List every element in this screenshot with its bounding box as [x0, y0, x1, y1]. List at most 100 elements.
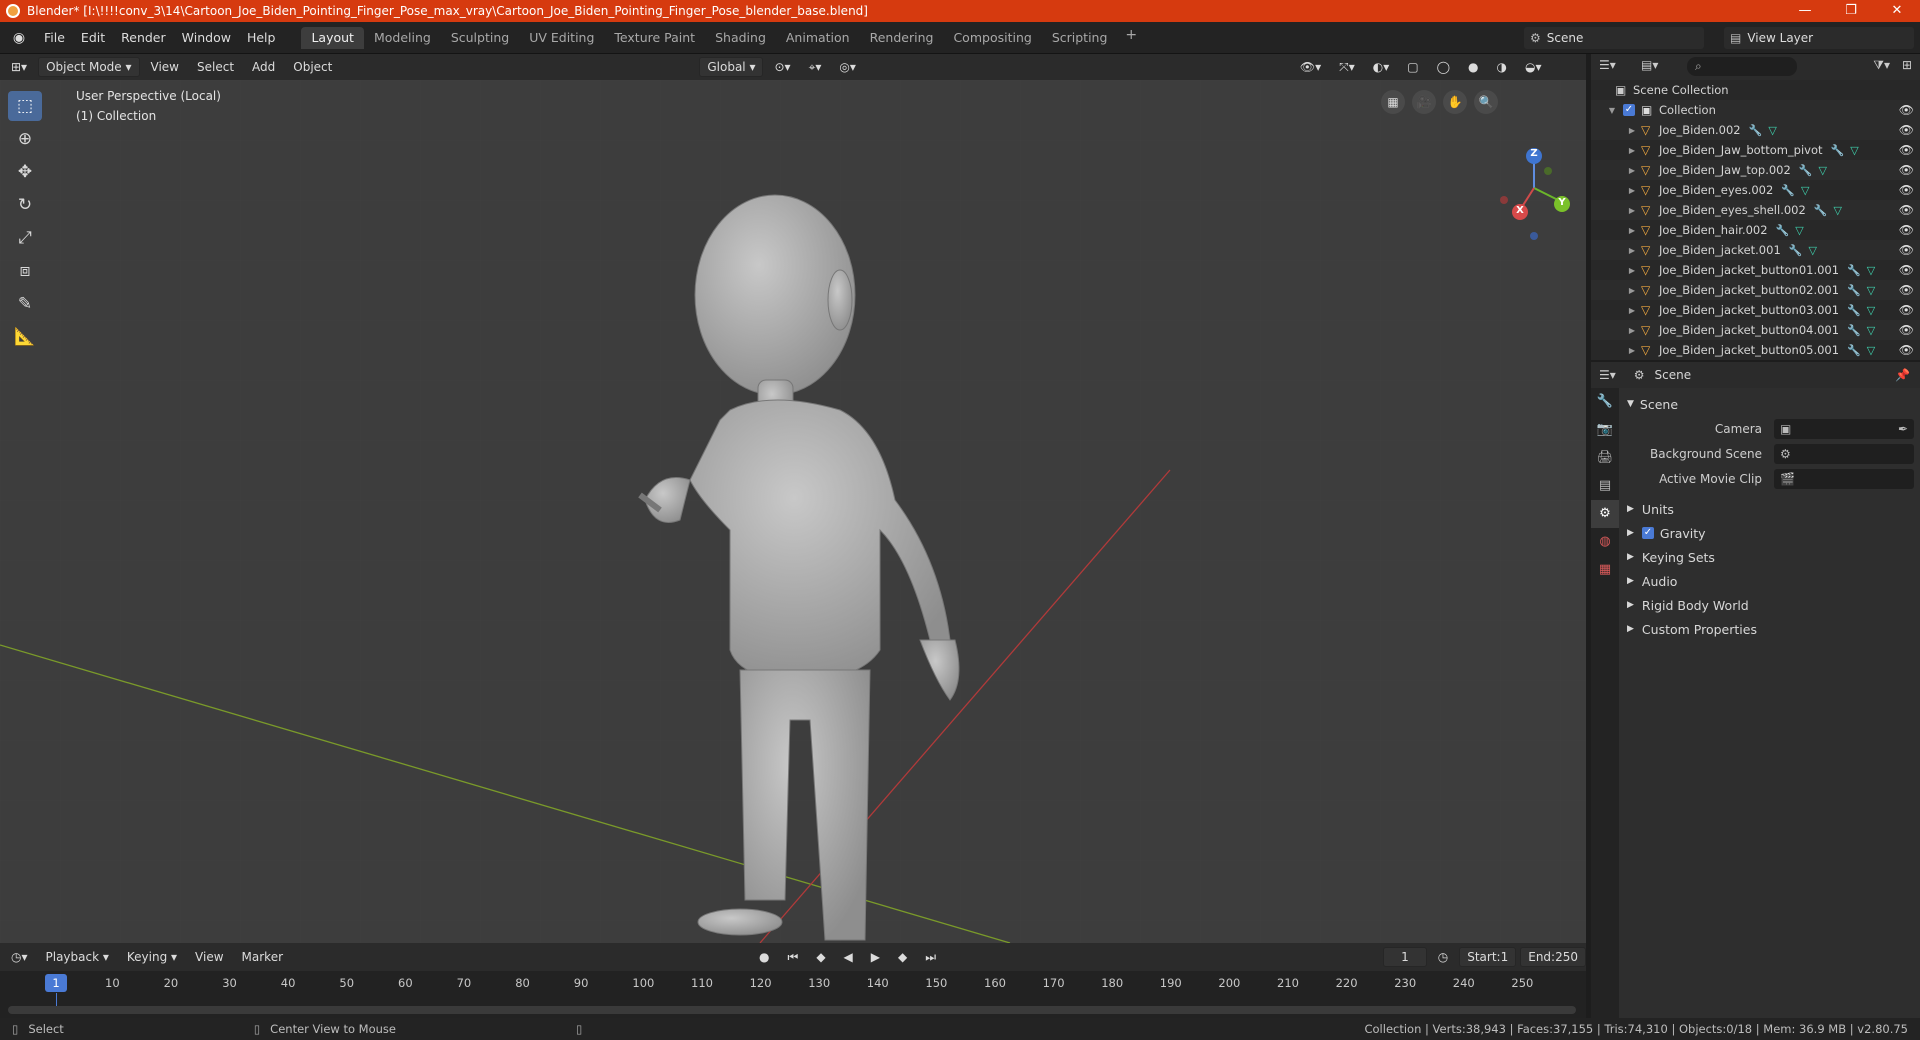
eye-icon[interactable]: 👁: [1899, 343, 1914, 357]
eye-icon[interactable]: 👁: [1899, 303, 1914, 317]
wrench-icon[interactable]: 🔧: [1749, 124, 1763, 137]
eye-icon[interactable]: 👁: [1899, 323, 1914, 337]
mesh-data-icon[interactable]: ▽: [1867, 324, 1875, 337]
transform-orientation-dropdown[interactable]: Global ▾: [699, 57, 764, 77]
mesh-data-icon[interactable]: ▽: [1795, 224, 1803, 237]
view-layer-tab-icon[interactable]: ▤: [1591, 472, 1619, 500]
wrench-icon[interactable]: 🔧: [1847, 284, 1861, 297]
xray-toggle-icon[interactable]: ▢: [1400, 57, 1425, 77]
tab-shading[interactable]: Shading: [705, 27, 776, 49]
outliner-row-scene-collection[interactable]: ▣ Scene Collection: [1591, 80, 1920, 100]
clock-icon[interactable]: ◷: [1431, 947, 1455, 967]
rigid-body-world-panel[interactable]: ▶ Rigid Body World: [1619, 593, 1920, 617]
expand-triangle-icon[interactable]: ▶: [1627, 246, 1637, 255]
scene-selector[interactable]: ⚙ Scene: [1524, 27, 1704, 49]
tab-sculpting[interactable]: Sculpting: [441, 27, 519, 49]
viewport-menu-select[interactable]: Select: [190, 57, 241, 77]
timeline-menu-marker[interactable]: Marker: [235, 947, 290, 967]
outliner-editor-type-icon[interactable]: ☰▾: [1599, 58, 1616, 72]
expand-triangle-icon[interactable]: ▶: [1627, 306, 1637, 315]
eye-icon[interactable]: 👁: [1899, 143, 1914, 157]
timeline-menu-playback[interactable]: Playback ▾: [39, 947, 116, 967]
prev-keyframe-button[interactable]: ◆: [809, 947, 832, 967]
play-button[interactable]: ▶: [864, 947, 887, 967]
wrench-icon[interactable]: 🔧: [1847, 304, 1861, 317]
tab-uv-editing[interactable]: UV Editing: [519, 27, 604, 49]
close-button[interactable]: ✕: [1874, 0, 1920, 22]
wrench-icon[interactable]: 🔧: [1847, 264, 1861, 277]
annotate-tool-icon[interactable]: ✎: [8, 289, 42, 319]
tool-tab-icon[interactable]: 🔧: [1591, 388, 1619, 416]
scale-tool-icon[interactable]: ⤢: [8, 223, 42, 253]
minimize-button[interactable]: —: [1782, 0, 1828, 22]
eye-icon[interactable]: 👁: [1899, 103, 1914, 117]
outliner-object-row[interactable]: ▶ ▽ Joe_Biden_jacket_button01.001 🔧 ▽ 👁: [1591, 260, 1920, 280]
mesh-data-icon[interactable]: ▽: [1867, 284, 1875, 297]
overlay-toggle-icon[interactable]: ◐▾: [1366, 57, 1397, 77]
outliner-object-row[interactable]: ▶ ▽ Joe_Biden_Jaw_bottom_pivot 🔧 ▽ 👁: [1591, 140, 1920, 160]
menu-edit[interactable]: Edit: [73, 27, 113, 49]
transform-tool-icon[interactable]: ⧈: [8, 256, 42, 286]
mode-dropdown[interactable]: Object Mode ▾: [38, 57, 140, 77]
expand-triangle-icon[interactable]: ▶: [1627, 126, 1637, 135]
rotate-tool-icon[interactable]: ↻: [8, 190, 42, 220]
eye-icon[interactable]: 👁: [1899, 223, 1914, 237]
pivot-icon[interactable]: ⊙▾: [767, 57, 797, 77]
measure-tool-icon[interactable]: 📐: [8, 322, 42, 352]
wrench-icon[interactable]: 🔧: [1781, 184, 1795, 197]
shading-solid-icon[interactable]: ●: [1461, 57, 1485, 77]
outliner-object-row[interactable]: ▶ ▽ Joe_Biden.002 🔧 ▽ 👁: [1591, 120, 1920, 140]
filter-icon[interactable]: ⧩▾: [1873, 58, 1890, 73]
add-workspace-button[interactable]: +: [1117, 27, 1145, 49]
active-movie-clip-field[interactable]: 🎬: [1774, 468, 1914, 489]
mesh-data-icon[interactable]: ▽: [1850, 144, 1858, 157]
eye-icon[interactable]: 👁: [1899, 183, 1914, 197]
mesh-data-icon[interactable]: ▽: [1834, 204, 1842, 217]
eye-icon[interactable]: 👁: [1899, 263, 1914, 277]
properties-editor-type-icon[interactable]: ☰▾: [1591, 368, 1624, 382]
current-frame-field[interactable]: 1: [1383, 947, 1427, 967]
menu-window[interactable]: Window: [174, 27, 239, 49]
scene-panel-header[interactable]: ▼ Scene: [1619, 392, 1920, 416]
zoom-icon[interactable]: 🔍: [1474, 90, 1498, 114]
display-mode-icon[interactable]: ▤▾: [1641, 58, 1658, 72]
wrench-icon[interactable]: 🔧: [1776, 224, 1790, 237]
proportional-edit-icon[interactable]: ◎▾: [832, 57, 863, 77]
output-tab-icon[interactable]: 🖨: [1591, 444, 1619, 472]
wrench-icon[interactable]: 🔧: [1789, 244, 1803, 257]
start-frame-field[interactable]: Start: 1: [1459, 947, 1517, 967]
background-scene-field[interactable]: ⚙: [1774, 443, 1914, 464]
gizmo-toggle-icon[interactable]: ⤧▾: [1332, 57, 1362, 77]
record-button[interactable]: ●: [752, 947, 776, 967]
expand-triangle-icon[interactable]: ▶: [1627, 326, 1637, 335]
mesh-data-icon[interactable]: ▽: [1801, 184, 1809, 197]
grid-view-icon[interactable]: ▦: [1381, 90, 1405, 114]
move-tool-icon[interactable]: ✥: [8, 157, 42, 187]
units-panel[interactable]: ▶ Units: [1619, 497, 1920, 521]
snap-icon[interactable]: ⌖▾: [802, 57, 829, 77]
shading-wireframe-icon[interactable]: ◯: [1430, 57, 1457, 77]
texture-tab-icon[interactable]: ▦: [1591, 556, 1619, 584]
outliner-object-row[interactable]: ▶ ▽ Joe_Biden_hair.002 🔧 ▽ 👁: [1591, 220, 1920, 240]
wrench-icon[interactable]: 🔧: [1847, 324, 1861, 337]
collection-exclude-checkbox[interactable]: ✓: [1623, 104, 1635, 116]
expand-triangle-icon[interactable]: ▶: [1627, 346, 1637, 355]
timeline-menu-keying[interactable]: Keying ▾: [120, 947, 184, 967]
viewport-menu-add[interactable]: Add: [245, 57, 282, 77]
tab-rendering[interactable]: Rendering: [860, 27, 944, 49]
tab-scripting[interactable]: Scripting: [1042, 27, 1118, 49]
timeline-scrollbar[interactable]: [8, 1006, 1576, 1014]
mesh-data-icon[interactable]: ▽: [1867, 304, 1875, 317]
menu-file[interactable]: File: [36, 27, 73, 49]
camera-view-icon[interactable]: 🎥: [1412, 90, 1436, 114]
mesh-data-icon[interactable]: ▽: [1819, 164, 1827, 177]
mesh-data-icon[interactable]: ▽: [1867, 264, 1875, 277]
play-reverse-button[interactable]: ◀: [837, 947, 860, 967]
shading-rendered-icon[interactable]: ◒▾: [1518, 57, 1549, 77]
outliner-object-row[interactable]: ▶ ▽ Joe_Biden_jacket_button02.001 🔧 ▽ 👁: [1591, 280, 1920, 300]
gravity-checkbox[interactable]: ✓: [1641, 527, 1654, 539]
eyedropper-icon[interactable]: ✒: [1898, 422, 1908, 436]
timeline-area[interactable]: 1 10 20 30 40 50 60 70 80 90 100 110 120 130 140 150 16…: [0, 971, 1586, 1018]
outliner-object-row[interactable]: ▶ ▽ Joe_Biden_eyes_shell.002 🔧 ▽ 👁: [1591, 200, 1920, 220]
wrench-icon[interactable]: 🔧: [1831, 144, 1845, 157]
